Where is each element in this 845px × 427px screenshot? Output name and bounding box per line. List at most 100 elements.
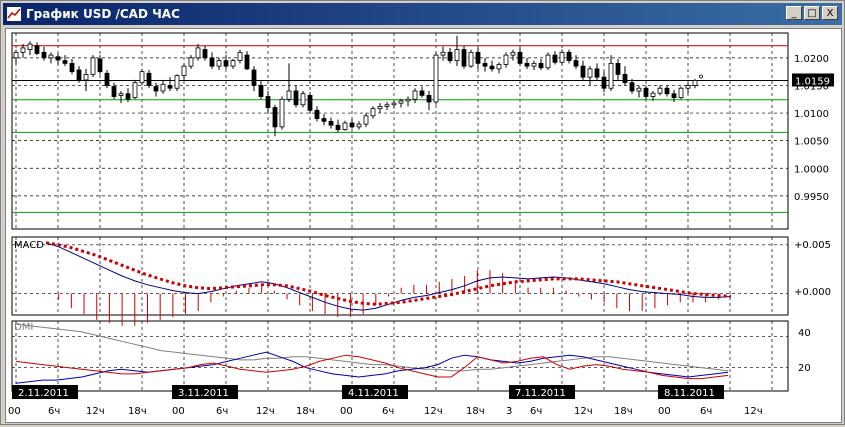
candle-body bbox=[41, 51, 47, 59]
candle-body bbox=[223, 60, 229, 67]
candle-body bbox=[139, 71, 145, 84]
candle-body bbox=[69, 62, 75, 73]
maximize-button[interactable]: □ bbox=[804, 6, 820, 20]
candle-body bbox=[657, 87, 663, 94]
candle-body bbox=[552, 54, 558, 63]
candle-body bbox=[433, 54, 439, 103]
time-tick-label: 3 bbox=[506, 406, 512, 417]
dmi-series bbox=[15, 323, 729, 384]
chart-area[interactable]: 1.0200 1.0150 1.0100 1.0050 1.0000 0.9950 1.01… bbox=[5, 28, 842, 423]
time-tick-label: 6ч bbox=[48, 406, 60, 417]
candle-body bbox=[454, 49, 460, 62]
candle-body bbox=[153, 86, 159, 92]
candle-body bbox=[244, 54, 250, 70]
candle-body bbox=[587, 68, 593, 78]
date-label: 7.11.2011 bbox=[515, 388, 566, 399]
candle-body bbox=[573, 60, 579, 67]
candle-body bbox=[391, 102, 397, 106]
macd-series bbox=[45, 241, 732, 326]
candle-body bbox=[27, 43, 33, 50]
candle-body bbox=[13, 51, 19, 59]
candle-body bbox=[104, 72, 110, 86]
window-title: График USD /CAD ЧАС bbox=[26, 7, 180, 21]
chart-svg[interactable]: 1.02001.01501.01001.00501.00000.99501.01… bbox=[6, 29, 841, 422]
time-tick-label: 12ч bbox=[574, 406, 593, 417]
candle-body bbox=[538, 62, 544, 69]
adx-line bbox=[15, 323, 729, 372]
price-level-lines bbox=[12, 45, 788, 213]
candle-body bbox=[608, 62, 614, 89]
candle-body bbox=[160, 83, 166, 92]
candle-body bbox=[622, 74, 628, 84]
candle-body bbox=[426, 94, 432, 103]
candle-body bbox=[650, 92, 656, 97]
dmi-axis-label-40: 40 bbox=[798, 328, 811, 339]
price-axis-label: 1.0200 bbox=[794, 54, 829, 65]
candle-body bbox=[629, 82, 635, 92]
close-button[interactable]: X bbox=[822, 6, 838, 20]
candle-body bbox=[83, 74, 89, 81]
candle-body bbox=[97, 58, 103, 73]
candle-body bbox=[468, 51, 474, 67]
candle-body bbox=[314, 109, 320, 119]
price-axis-label: 1.0000 bbox=[794, 164, 829, 175]
candle-body bbox=[377, 106, 383, 110]
time-tick-label: 6ч bbox=[216, 406, 228, 417]
title-bar[interactable]: График USD /CAD ЧАС _ □ X bbox=[3, 3, 842, 25]
candle-body bbox=[195, 47, 201, 59]
candle-body bbox=[489, 65, 495, 70]
macd-axis-label-upper: +0.005 bbox=[794, 240, 831, 251]
candle-body bbox=[524, 62, 530, 67]
chart-app-icon bbox=[6, 6, 22, 22]
candle-body bbox=[503, 54, 509, 65]
price-panel-frame bbox=[11, 32, 789, 230]
dmi-grid bbox=[12, 321, 788, 391]
price-axis-label: 1.0100 bbox=[794, 109, 829, 120]
candle-body bbox=[118, 93, 124, 96]
macd-label: MACD bbox=[14, 240, 44, 251]
candle-body bbox=[447, 51, 453, 62]
time-tick-label: 18ч bbox=[128, 406, 147, 417]
candle-body bbox=[692, 80, 698, 86]
candle-body bbox=[335, 124, 341, 131]
candle-body bbox=[265, 96, 271, 108]
candle-body bbox=[34, 45, 40, 54]
candle-body bbox=[230, 60, 236, 67]
candle-body bbox=[531, 62, 537, 67]
candle-body bbox=[370, 108, 376, 117]
price-axis-label: 1.0050 bbox=[794, 137, 829, 148]
time-tick-label: 12ч bbox=[424, 406, 443, 417]
candle-body bbox=[643, 87, 649, 97]
candle-body bbox=[132, 82, 138, 98]
time-tick-label: 00 bbox=[8, 406, 21, 417]
time-tick-label: 12ч bbox=[256, 406, 275, 417]
chart-window: График USD /CAD ЧАС _ □ X 1.0200 1.0150 1.… bbox=[0, 0, 845, 425]
candle-body bbox=[328, 120, 334, 126]
candle-body bbox=[55, 56, 61, 61]
candle-body bbox=[167, 85, 173, 89]
candle-body bbox=[90, 57, 96, 75]
macd-axis-label-zero: +0.000 bbox=[794, 287, 831, 298]
last-price-marker bbox=[699, 74, 703, 79]
candle-body bbox=[293, 90, 299, 106]
minimize-button[interactable]: _ bbox=[786, 6, 802, 20]
candle-body bbox=[671, 93, 677, 98]
candle-body bbox=[146, 72, 152, 86]
dmi-axis-label-20: 20 bbox=[798, 363, 811, 374]
candle-body bbox=[594, 68, 600, 78]
candle-body bbox=[475, 51, 481, 64]
candle-body bbox=[482, 62, 488, 67]
candle-body bbox=[496, 64, 502, 70]
candle-body bbox=[405, 98, 411, 102]
candle-body bbox=[237, 51, 243, 62]
candle-body bbox=[321, 118, 327, 122]
time-tick-label: 6ч bbox=[530, 406, 542, 417]
candle-body bbox=[685, 85, 691, 89]
dmi-label: DMI bbox=[14, 322, 33, 333]
time-tick-label: 00 bbox=[658, 406, 671, 417]
candlesticks bbox=[13, 35, 703, 137]
current-price-label: 1.0159 bbox=[795, 76, 830, 87]
candle-body bbox=[559, 51, 565, 63]
candle-body bbox=[342, 122, 348, 131]
price-axis-label: 0.9950 bbox=[794, 192, 829, 203]
